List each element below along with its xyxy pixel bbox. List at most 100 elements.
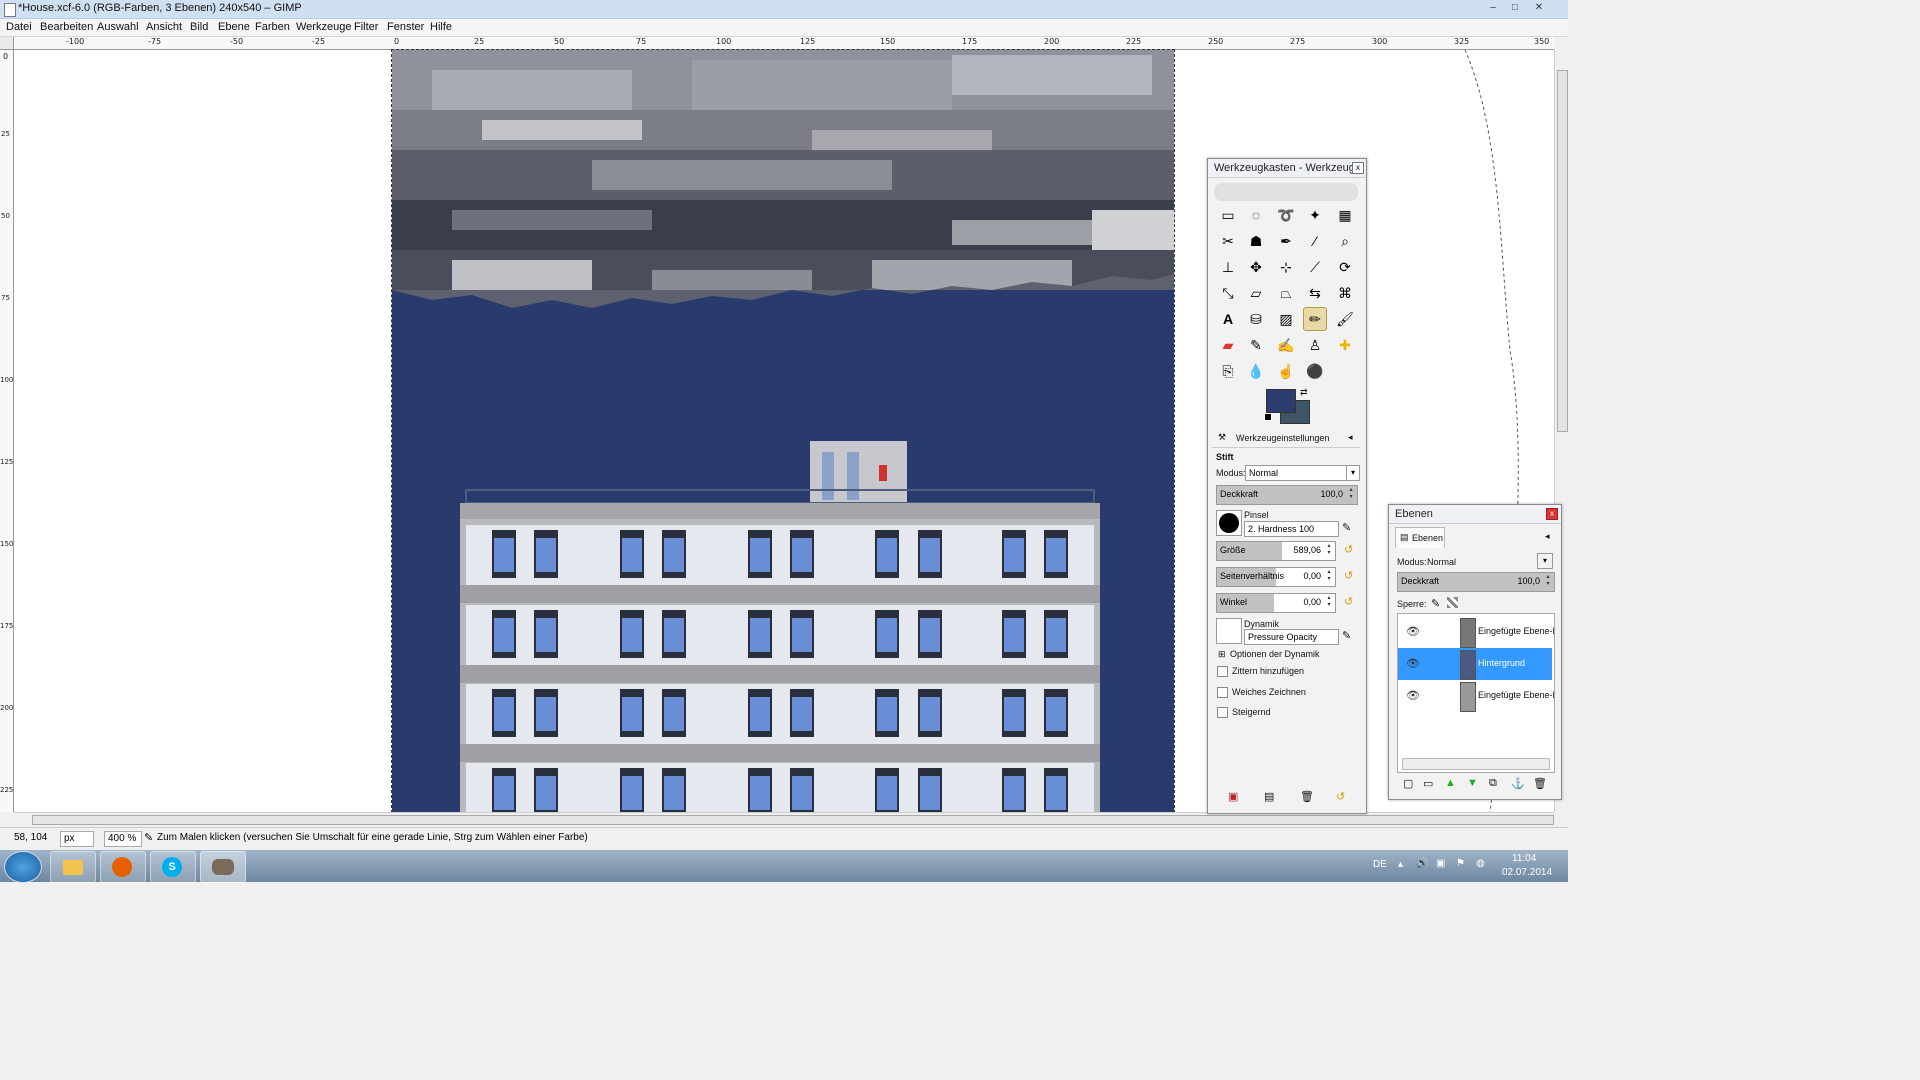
toolbox-title-bar[interactable]: Werkzeugkasten - Werkzeug... x — [1208, 159, 1366, 178]
jitter-checkbox[interactable] — [1217, 666, 1228, 677]
dynamics-preview[interactable] — [1216, 618, 1242, 644]
scale-icon[interactable]: ⤡ — [1217, 282, 1239, 304]
swap-colors-icon[interactable]: ⇄ — [1300, 387, 1308, 398]
menu-auswahl[interactable]: Auswahl — [97, 21, 139, 33]
ink-icon[interactable]: ✍ — [1275, 334, 1297, 356]
edit-brush-icon[interactable]: ✎ — [1342, 521, 1351, 534]
foreground-select-icon[interactable]: ☗ — [1245, 230, 1267, 252]
default-colors-icon[interactable] — [1264, 413, 1272, 421]
horizontal-scrollbar[interactable] — [14, 812, 1554, 827]
duplicate-layer-icon[interactable]: ⧉ — [1489, 777, 1497, 790]
incremental-checkbox[interactable] — [1217, 707, 1228, 718]
paintbrush-icon[interactable]: 🖌 — [1334, 308, 1356, 330]
spin-arrows-icon[interactable]: ▴ ▾ — [1325, 569, 1333, 583]
angle-slider[interactable]: Winkel 0,00 ▴ ▾ — [1216, 593, 1336, 613]
scroll-thumb[interactable] — [1557, 70, 1568, 432]
ellipse-select-icon[interactable]: ◌ — [1245, 204, 1267, 226]
layers-hscrollbar[interactable] — [1402, 758, 1550, 770]
minimize-button[interactable]: – — [1484, 1, 1502, 15]
firefox-icon[interactable] — [100, 851, 146, 883]
explorer-icon[interactable] — [50, 851, 96, 883]
layer-opacity-slider[interactable]: Deckkraft 100,0 ▴ ▾ — [1397, 572, 1555, 592]
menu-filter[interactable]: Filter — [354, 21, 378, 33]
menu-bearbeiten[interactable]: Bearbeiten — [40, 21, 93, 33]
tool-options-tab[interactable]: ⚒ Werkzeugeinstellungen ◂ — [1212, 429, 1360, 448]
scroll-thumb[interactable] — [32, 815, 1554, 825]
reset-icon[interactable]: ↺ — [1344, 569, 1353, 582]
paths-icon[interactable]: ✒ — [1275, 230, 1297, 252]
spin-arrows-icon[interactable]: ▴ ▾ — [1347, 487, 1355, 501]
menu-ebene[interactable]: Ebene — [218, 21, 250, 33]
menu-hilfe[interactable]: Hilfe — [430, 21, 452, 33]
size-slider[interactable]: Größe 589,06 ▴ ▾ — [1216, 541, 1336, 561]
pencil-icon[interactable]: ✏ — [1303, 307, 1327, 331]
reset-options-icon[interactable]: ↺ — [1336, 790, 1345, 803]
update-icon[interactable]: ◍ — [1476, 858, 1485, 869]
perspective-clone-icon[interactable]: ⎘ — [1217, 360, 1239, 382]
brush-preview[interactable] — [1216, 510, 1242, 536]
foreground-color-swatch[interactable] — [1266, 389, 1296, 413]
dynamics-options-label[interactable]: Optionen der Dynamik — [1230, 649, 1320, 659]
layers-close-button[interactable]: x — [1546, 508, 1558, 520]
image-canvas[interactable] — [391, 49, 1175, 813]
expander-icon[interactable]: ⊞ — [1218, 649, 1226, 660]
clone-icon[interactable]: ♙ — [1304, 334, 1326, 356]
smooth-checkbox[interactable] — [1217, 687, 1228, 698]
shear-icon[interactable]: ▱ — [1245, 282, 1267, 304]
menu-fenster[interactable]: Fenster — [387, 21, 424, 33]
new-group-icon[interactable]: ▭ — [1423, 777, 1433, 790]
spin-arrows-icon[interactable]: ▴ ▾ — [1544, 574, 1552, 588]
toolbox-close-button[interactable]: x — [1352, 162, 1364, 174]
color-picker-icon[interactable]: ⁄ — [1304, 230, 1326, 252]
menu-datei[interactable]: Datei — [6, 21, 32, 33]
menu-farben[interactable]: Farben — [255, 21, 290, 33]
eye-icon[interactable]: 👁 — [1406, 657, 1420, 670]
horizontal-ruler[interactable]: -100 -75 -50 -25 0 25 50 75 100 125 150 … — [14, 37, 1554, 50]
reset-icon[interactable]: ↺ — [1344, 595, 1353, 608]
opacity-slider[interactable]: Deckkraft 100,0 ▴ ▾ — [1216, 485, 1358, 505]
gimp-icon[interactable] — [200, 851, 246, 883]
blend-icon[interactable]: ▨ — [1275, 308, 1297, 330]
flag-icon[interactable]: ⚑ — [1456, 858, 1465, 869]
unit-select[interactable]: px — [60, 831, 94, 847]
select-by-color-icon[interactable]: ▦ — [1334, 204, 1356, 226]
rotate-icon[interactable]: ⟳ — [1334, 256, 1356, 278]
zoom-icon[interactable]: ⌕ — [1334, 230, 1356, 252]
start-button[interactable] — [4, 851, 42, 883]
airbrush-icon[interactable]: ✎ — [1245, 334, 1267, 356]
layers-tab[interactable]: ▤ Ebenen — [1395, 527, 1445, 548]
scissors-icon[interactable]: ✂ — [1217, 230, 1239, 252]
layer-row[interactable]: 👁 Eingefügte Ebene-Ko — [1398, 616, 1554, 648]
layers-title-bar[interactable]: Ebenen x — [1389, 505, 1561, 524]
crop-icon[interactable]: ⟋ — [1304, 256, 1326, 278]
lower-layer-icon[interactable]: ▼ — [1467, 777, 1478, 789]
lock-alpha-icon[interactable] — [1447, 597, 1458, 608]
move-icon[interactable]: ✥ — [1245, 256, 1267, 278]
eye-icon[interactable]: 👁 — [1406, 689, 1420, 702]
dynamics-field[interactable]: Pressure Opacity — [1244, 629, 1339, 645]
layer-row[interactable]: 👁 Hintergrund — [1398, 648, 1552, 680]
perspective-icon[interactable]: ⏢ — [1275, 282, 1297, 304]
aspect-slider[interactable]: Seitenverhältnis 0,00 ▴ ▾ — [1216, 567, 1336, 587]
menu-bild[interactable]: Bild — [190, 21, 208, 33]
clock-date[interactable]: 02.07.2014 — [1502, 867, 1552, 878]
spin-arrows-icon[interactable]: ▴ ▾ — [1325, 543, 1333, 557]
new-layer-icon[interactable]: ▢ — [1403, 777, 1413, 790]
reset-icon[interactable]: ↺ — [1344, 543, 1353, 556]
delete-options-icon[interactable]: 🗑 — [1300, 790, 1314, 803]
free-select-icon[interactable]: ➰ — [1275, 204, 1297, 226]
close-button[interactable]: ✕ — [1530, 1, 1548, 15]
ruler-corner[interactable] — [0, 37, 14, 50]
text-tool-icon[interactable]: A — [1217, 308, 1239, 330]
measure-icon[interactable]: ⊥ — [1217, 256, 1239, 278]
tab-menu-icon[interactable]: ◂ — [1348, 432, 1353, 443]
raise-layer-icon[interactable]: ▲ — [1445, 777, 1456, 789]
restore-options-icon[interactable]: ▤ — [1264, 790, 1274, 803]
volume-icon[interactable]: 🔊 — [1416, 858, 1428, 869]
flip-icon[interactable]: ⇆ — [1304, 282, 1326, 304]
zoom-select[interactable]: 400 % — [104, 831, 142, 847]
save-options-icon[interactable]: ▣ — [1228, 790, 1238, 803]
eraser-icon[interactable]: ▰ — [1217, 334, 1239, 356]
skype-icon[interactable]: S — [150, 851, 196, 883]
layers-mode-value[interactable]: Normal — [1427, 557, 1456, 567]
